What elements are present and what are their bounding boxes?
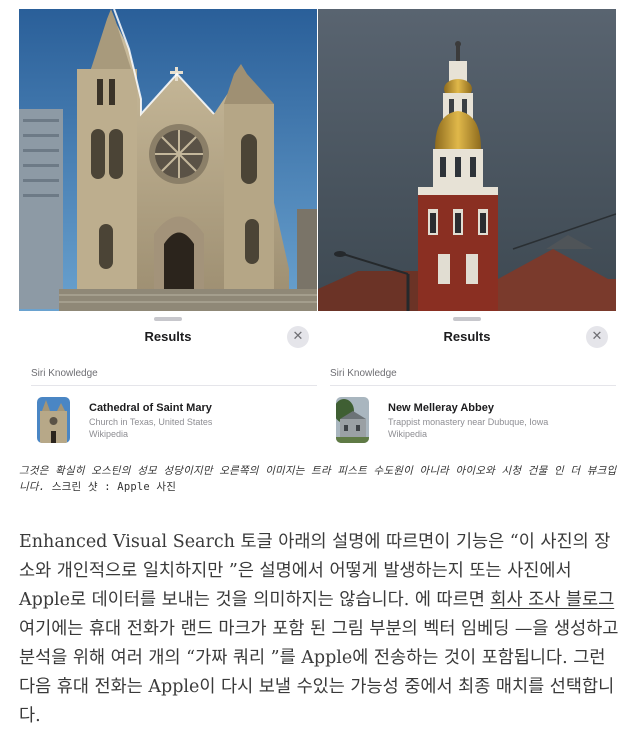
results-sheet: Results ✕ Siri Knowledge Cathedral of Sa… <box>19 311 317 457</box>
close-icon: ✕ <box>292 329 304 344</box>
sheet-title: Results <box>144 329 192 344</box>
result-title: Cathedral of Saint Mary <box>89 402 212 414</box>
tower-photo <box>318 9 616 311</box>
visual-lookup-panel-left: Results ✕ Siri Knowledge Cathedral of Sa… <box>19 9 317 457</box>
article-text-part2: 여기에는 휴대 전화가 랜드 마크가 포함 된 그림 부분의 벡터 임베딩 —을… <box>19 619 619 726</box>
section-label: Siri Knowledge <box>330 368 397 379</box>
results-sheet: Results ✕ Siri Knowledge New Melleray Ab… <box>318 311 616 457</box>
section-label: Siri Knowledge <box>31 368 98 379</box>
result-source: Wikipedia <box>388 429 428 439</box>
article-paragraph: Enhanced Visual Search 토글 아래의 설명에 따르면이 기… <box>19 528 623 731</box>
result-subtitle: Church in Texas, United States <box>89 417 213 427</box>
close-icon: ✕ <box>591 329 603 344</box>
result-thumbnail <box>37 397 70 443</box>
research-blog-link[interactable]: 회사 조사 블로그 <box>490 590 614 610</box>
cathedral-photo <box>19 9 317 311</box>
result-title: New Melleray Abbey <box>388 402 494 414</box>
sheet-grabber[interactable] <box>453 317 481 321</box>
screenshot-pair: Results ✕ Siri Knowledge Cathedral of Sa… <box>19 9 616 457</box>
close-button[interactable]: ✕ <box>586 326 608 348</box>
caption-credit: 스크린 샷 : Apple 사진 <box>45 481 177 493</box>
result-subtitle: Trappist monastery near Dubuque, Iowa <box>388 417 549 427</box>
sheet-title: Results <box>443 329 491 344</box>
image-caption: 그것은 확실히 오스틴의 성모 성당이지만 오른쪽의 이미지는 트라 피스트 수… <box>19 463 619 495</box>
close-button[interactable]: ✕ <box>287 326 309 348</box>
result-item[interactable]: New Melleray Abbey Trappist monastery ne… <box>336 397 608 443</box>
visual-lookup-panel-right: Results ✕ Siri Knowledge New Melleray Ab… <box>318 9 616 457</box>
divider <box>330 385 616 386</box>
result-thumbnail <box>336 397 369 443</box>
sheet-grabber[interactable] <box>154 317 182 321</box>
result-source: Wikipedia <box>89 429 129 439</box>
result-item[interactable]: Cathedral of Saint Mary Church in Texas,… <box>37 397 309 443</box>
divider <box>31 385 317 386</box>
